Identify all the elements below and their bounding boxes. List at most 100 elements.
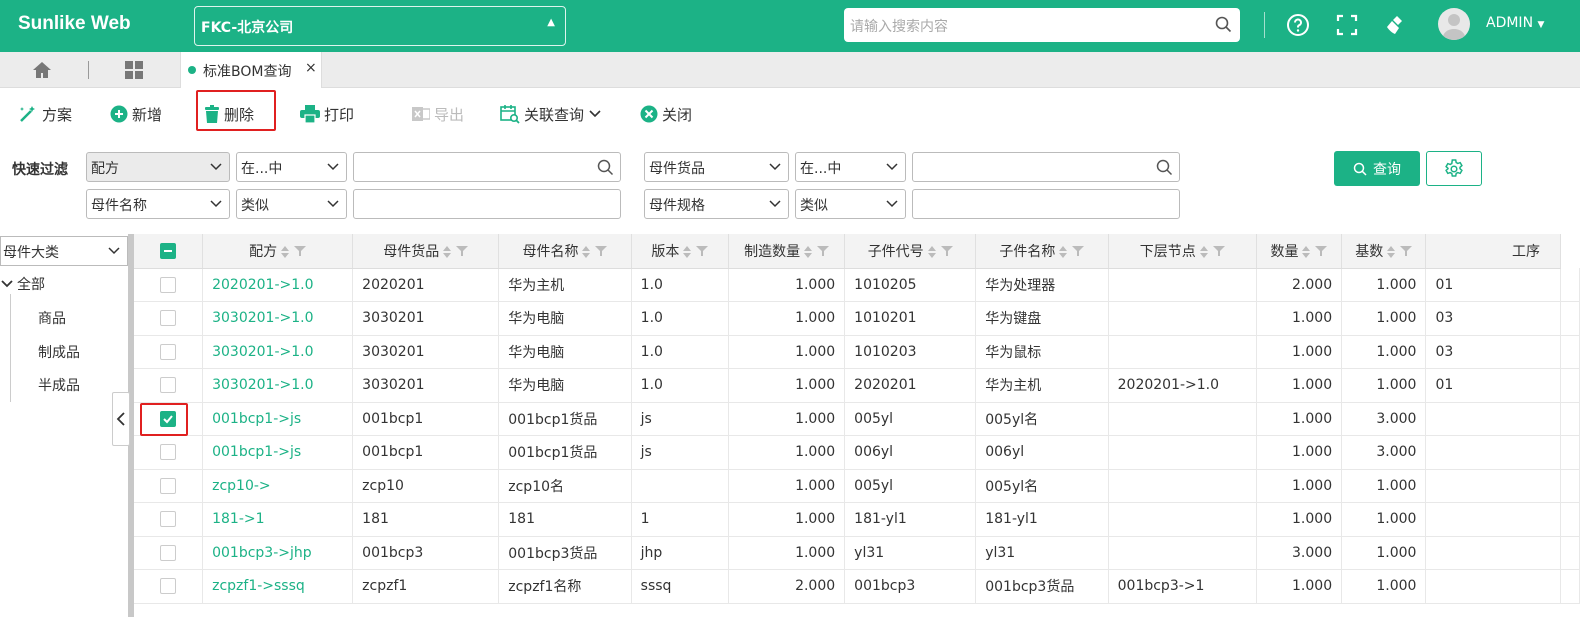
row-checkbox[interactable] [160,544,177,561]
formula-link[interactable]: 3030201->1.0 [202,335,354,369]
filter-operator-select[interactable]: 在...中 [236,152,347,182]
table-row[interactable]: 001bcp3->jhp 001bcp3 001bcp3货品 jhp 1.000 yl31… [134,536,1580,570]
company-select[interactable]: FKC-北京公司 ▲ [194,6,566,46]
row-select-cell[interactable] [134,469,204,503]
table-row[interactable]: 001bcp1->js 001bcp1 001bcp1货品 js 1.000 005yl 0… [134,402,1580,436]
filter-field-select[interactable]: 母件名称 [86,189,230,219]
row-checkbox[interactable] [160,343,177,360]
table-row[interactable]: 3030201->1.0 3030201 华为电脑 1.0 1.000 1010203 华为… [134,335,1580,369]
sort-icon[interactable] [1301,245,1311,259]
tree-item-semi-finished[interactable]: 半成品 [38,375,80,395]
home-icon[interactable] [32,60,52,80]
column-header[interactable]: 版本 [631,234,730,269]
add-button[interactable]: 新增 [110,102,162,126]
table-row[interactable]: 2020201->1.0 2020201 华为主机 1.0 1.000 1010205 华为… [134,268,1580,302]
filter-value-input[interactable] [912,189,1180,219]
filter-icon[interactable] [1315,245,1328,257]
column-header[interactable]: 制造数量 [728,234,846,269]
filter-value-input[interactable] [353,152,621,182]
formula-link[interactable]: 2020201->1.0 [202,268,354,302]
sort-icon[interactable] [927,245,937,259]
user-menu[interactable]: ADMIN ▼ [1486,15,1544,31]
filter-icon[interactable] [456,245,469,257]
broom-icon[interactable] [1383,13,1407,37]
filter-operator-select[interactable]: 类似 [236,189,347,219]
filter-icon[interactable] [1212,245,1225,257]
row-select-cell[interactable] [134,536,204,570]
grid-icon[interactable] [124,60,144,80]
filter-operator-select[interactable]: 在...中 [795,152,906,182]
search-icon[interactable] [597,159,614,176]
column-header[interactable]: 母件名称 [498,234,632,269]
search-icon[interactable] [1156,159,1173,176]
row-checkbox[interactable] [160,477,177,494]
close-button[interactable]: 关闭 [640,102,692,126]
print-button[interactable]: 打印 [300,102,354,126]
column-header[interactable]: 基数 [1341,234,1427,269]
sort-icon[interactable] [581,245,591,259]
formula-link[interactable]: 181->1 [202,502,354,537]
avatar[interactable] [1438,8,1470,40]
column-header[interactable]: 数量 [1256,234,1343,269]
row-select-cell[interactable] [134,435,204,470]
row-select-cell[interactable] [134,502,204,537]
filter-field-select[interactable]: 配方 [86,152,230,182]
column-header[interactable]: 子件名称 [975,234,1109,269]
table-row[interactable]: zcpzf1->sssq zcpzf1 zcpzf1名称 sssq 2.000 001bc… [134,569,1580,604]
column-header[interactable]: 母件货品 [352,234,500,269]
fullscreen-icon[interactable] [1335,13,1359,37]
query-button[interactable]: 查询 [1334,151,1420,186]
formula-link[interactable]: 001bcp3->jhp [202,536,354,570]
filter-icon[interactable] [940,245,953,257]
formula-link[interactable]: 3030201->1.0 [202,368,354,403]
settings-button[interactable] [1426,151,1482,186]
tree-item-goods[interactable]: 商品 [38,308,66,328]
row-checkbox[interactable] [160,578,177,595]
formula-link[interactable]: zcpzf1->sssq [202,569,354,604]
table-row[interactable]: zcp10-> zcp10 zcp10名 1.000 005yl 005yl名 1.000 1… [134,469,1580,503]
row-select-cell[interactable] [134,368,204,403]
table-row[interactable]: 181->1 181 181 1 1.000 181-yl1 181-yl1 1.000 1.0… [134,502,1580,537]
row-checkbox[interactable] [160,377,177,394]
filter-value-input[interactable] [912,152,1180,182]
row-select-cell[interactable] [134,335,204,369]
column-header[interactable]: 工序 [1425,234,1561,269]
sort-icon[interactable] [1058,245,1068,259]
column-header[interactable]: 子件代号 [844,234,977,269]
filter-value-input[interactable] [353,189,621,219]
row-checkbox[interactable] [160,511,177,528]
collapse-panel-button[interactable] [112,392,130,446]
sort-icon[interactable] [1199,245,1209,259]
formula-link[interactable]: zcp10-> [202,469,354,503]
select-all-cell[interactable] [134,234,204,269]
filter-icon[interactable] [696,245,709,257]
column-header[interactable]: 配方 [202,234,354,269]
filter-icon[interactable] [294,245,307,257]
formula-link[interactable]: 3030201->1.0 [202,301,354,336]
sort-icon[interactable] [280,245,290,259]
tab-standard-bom-query[interactable]: 标准BOM查询 × [180,52,322,88]
filter-field-select[interactable]: 母件规格 [644,189,789,219]
sort-icon[interactable] [682,245,692,259]
global-search-input[interactable]: 请输入搜索内容 [844,8,1240,42]
row-select-cell[interactable] [134,301,204,336]
chevron-down-icon[interactable] [0,277,14,291]
filter-icon[interactable] [595,245,608,257]
column-header[interactable]: 下层节点 [1108,234,1257,269]
row-checkbox[interactable] [160,276,177,293]
tree-root-all[interactable]: 全部 [0,274,45,294]
formula-link[interactable]: 001bcp1->js [202,435,354,470]
row-select-cell[interactable] [134,268,204,302]
filter-operator-select[interactable]: 类似 [795,189,906,219]
plan-button[interactable]: 方案 [18,102,72,126]
tree-item-finished[interactable]: 制成品 [38,342,80,362]
filter-icon[interactable] [1072,245,1085,257]
export-button[interactable]: 导出 [412,102,464,126]
table-row[interactable]: 001bcp1->js 001bcp1 001bcp1货品 js 1.000 006yl 0… [134,435,1580,470]
filter-icon[interactable] [817,245,830,257]
row-select-cell[interactable] [134,569,204,604]
search-icon[interactable] [1215,16,1232,33]
row-checkbox[interactable] [160,444,177,461]
close-tab-icon[interactable]: × [305,60,317,76]
table-row[interactable]: 3030201->1.0 3030201 华为电脑 1.0 1.000 2020201 华为… [134,368,1580,403]
